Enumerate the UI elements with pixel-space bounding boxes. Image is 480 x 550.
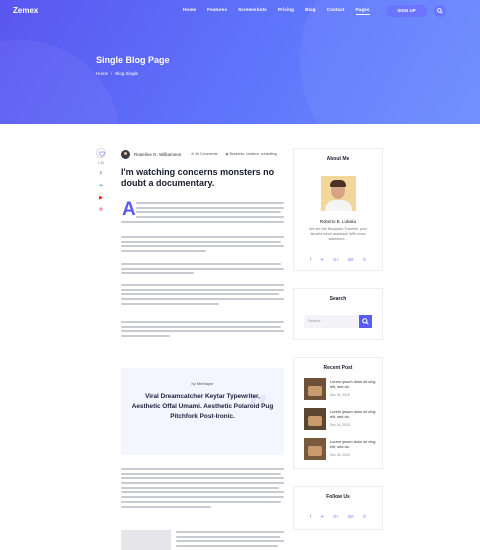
site-logo[interactable]: Zemex (13, 6, 38, 15)
heart-icon (99, 151, 105, 157)
signup-button[interactable]: SIGN UP (386, 5, 427, 17)
pinterest-icon[interactable]: ℗ (363, 514, 366, 520)
recent-post-title[interactable]: Lorem ipsum dolor sit cing elit, sed do. (330, 379, 376, 389)
twitter-icon[interactable]: ❧ (320, 257, 324, 263)
menu-item-home[interactable]: Home (183, 7, 196, 15)
search-title: Search (329, 296, 347, 302)
menu-item-pages[interactable]: Pages (355, 7, 370, 15)
author-avatar (121, 149, 130, 159)
follow-social-links: f ❧ G+ Bē ℗ (294, 514, 382, 520)
tags-text: Business, creative, consulting (229, 152, 277, 156)
breadcrumb-current: Blog Single (115, 71, 139, 76)
menu-item-screenshots[interactable]: Screenshots (238, 7, 267, 15)
post-paragraph (176, 531, 284, 550)
share-twitter-icon[interactable]: ❧ (96, 183, 106, 189)
pinterest-icon[interactable]: ℗ (363, 257, 366, 263)
breadcrumb: Home / Blog Single (96, 71, 138, 76)
recent-post-thumbnail (304, 408, 326, 430)
facebook-icon[interactable]: f (310, 257, 311, 263)
recent-post-item[interactable]: Lorem ipsum dolor sit cing elit, sed do.… (304, 438, 376, 460)
quote-author: by MeMayor (191, 381, 214, 386)
like-button[interactable] (96, 148, 106, 158)
sidebar-search-button[interactable] (359, 315, 372, 328)
recent-post-title[interactable]: Lorem ipsum dolor sit cing elit, sed do. (330, 439, 376, 449)
post-tags[interactable]: ◉ Business, creative, consulting (225, 152, 276, 156)
search-widget: Search Search... (293, 288, 383, 340)
post-comments[interactable]: ✉ 2k Comments (191, 152, 217, 156)
post-paragraph (136, 202, 284, 221)
recent-post-item[interactable]: Lorem ipsum dolor sit cing elit, sed do.… (304, 408, 376, 430)
google-plus-icon[interactable]: G+ (333, 257, 339, 263)
recent-post-item[interactable]: Lorem ipsum dolor sit cing elit, sed do.… (304, 378, 376, 400)
share-facebook-icon[interactable]: f (96, 171, 106, 177)
post-paragraph (121, 321, 284, 340)
post-paragraph (121, 284, 284, 307)
share-column: 2.1k f ❧ ▶ ℗ (96, 148, 106, 213)
menu-item-blog[interactable]: Blog (305, 7, 316, 15)
recent-post-date: Dec 04, 2018 (330, 393, 350, 397)
comments-count: 2k Comments (195, 152, 218, 156)
recent-post-title[interactable]: Lorem ipsum dolor sit cing elit, sed do. (330, 409, 376, 419)
about-social-links: f ❧ G+ Bē ℗ (294, 257, 382, 263)
about-title: About Me (326, 156, 350, 162)
post-paragraph (121, 221, 284, 226)
about-widget: About Me Roberto B. Lukaku We are the Ba… (293, 148, 383, 271)
top-navbar: Zemex Home Features Screenshots Pricing … (0, 0, 480, 22)
post-title: I'm watching concerns monsters no doubt … (121, 167, 275, 188)
sidebar-search-input[interactable]: Search... (304, 315, 359, 328)
post-paragraph (121, 263, 284, 277)
recent-title: Recent Post (323, 365, 353, 371)
behance-icon[interactable]: Bē (348, 257, 354, 263)
nav-search-button[interactable] (434, 5, 446, 17)
post-author[interactable]: Roseline D. Williamson (134, 152, 181, 157)
search-icon (362, 318, 369, 325)
recent-post-thumbnail (304, 378, 326, 400)
blockquote: ” by MeMayor Viral Dreamcatcher Keytar T… (121, 368, 284, 455)
post-inline-image (121, 530, 171, 550)
behance-icon[interactable]: Bē (348, 514, 354, 520)
share-youtube-icon[interactable]: ▶ (96, 195, 106, 201)
author-photo (321, 176, 356, 211)
recent-post-date: Dec 04, 2018 (330, 423, 350, 427)
post-meta: Roseline D. Williamson ✉ 2k Comments ◉ B… (121, 149, 285, 159)
menu-item-pricing[interactable]: Pricing (278, 7, 294, 15)
search-icon (437, 8, 443, 14)
google-plus-icon[interactable]: G+ (333, 514, 339, 520)
quote-text: Viral Dreamcatcher Keytar Typewriter, Ae… (131, 393, 274, 420)
hero-banner: Zemex Home Features Screenshots Pricing … (0, 0, 480, 124)
facebook-icon[interactable]: f (310, 514, 311, 520)
recent-post-thumbnail (304, 438, 326, 460)
follow-widget: Follow Us f ❧ G+ Bē ℗ (293, 486, 383, 530)
post-paragraph (121, 236, 284, 255)
follow-title: Follow Us (326, 494, 350, 500)
about-bio: We are the Backpack Traveller, your favo… (309, 227, 367, 241)
recent-posts-widget: Recent Post Lorem ipsum dolor sit cing e… (293, 357, 383, 469)
post-paragraph (121, 468, 284, 510)
like-count: 2.1k (97, 161, 105, 165)
menu-item-features[interactable]: Features (207, 7, 227, 15)
drop-cap: A (122, 199, 136, 220)
about-name: Roberto B. Lukaku (319, 219, 357, 224)
recent-post-date: Dec 04, 2018 (330, 453, 350, 457)
hero-decor-shape (0, 40, 120, 124)
twitter-icon[interactable]: ❧ (320, 514, 324, 520)
page-title: Single Blog Page (96, 55, 170, 65)
menu-item-contact[interactable]: Contact (327, 7, 345, 15)
main-menu: Home Features Screenshots Pricing Blog C… (183, 7, 370, 15)
share-pinterest-icon[interactable]: ℗ (96, 207, 106, 213)
breadcrumb-home[interactable]: Home (96, 71, 108, 76)
breadcrumb-separator: / (111, 71, 113, 76)
